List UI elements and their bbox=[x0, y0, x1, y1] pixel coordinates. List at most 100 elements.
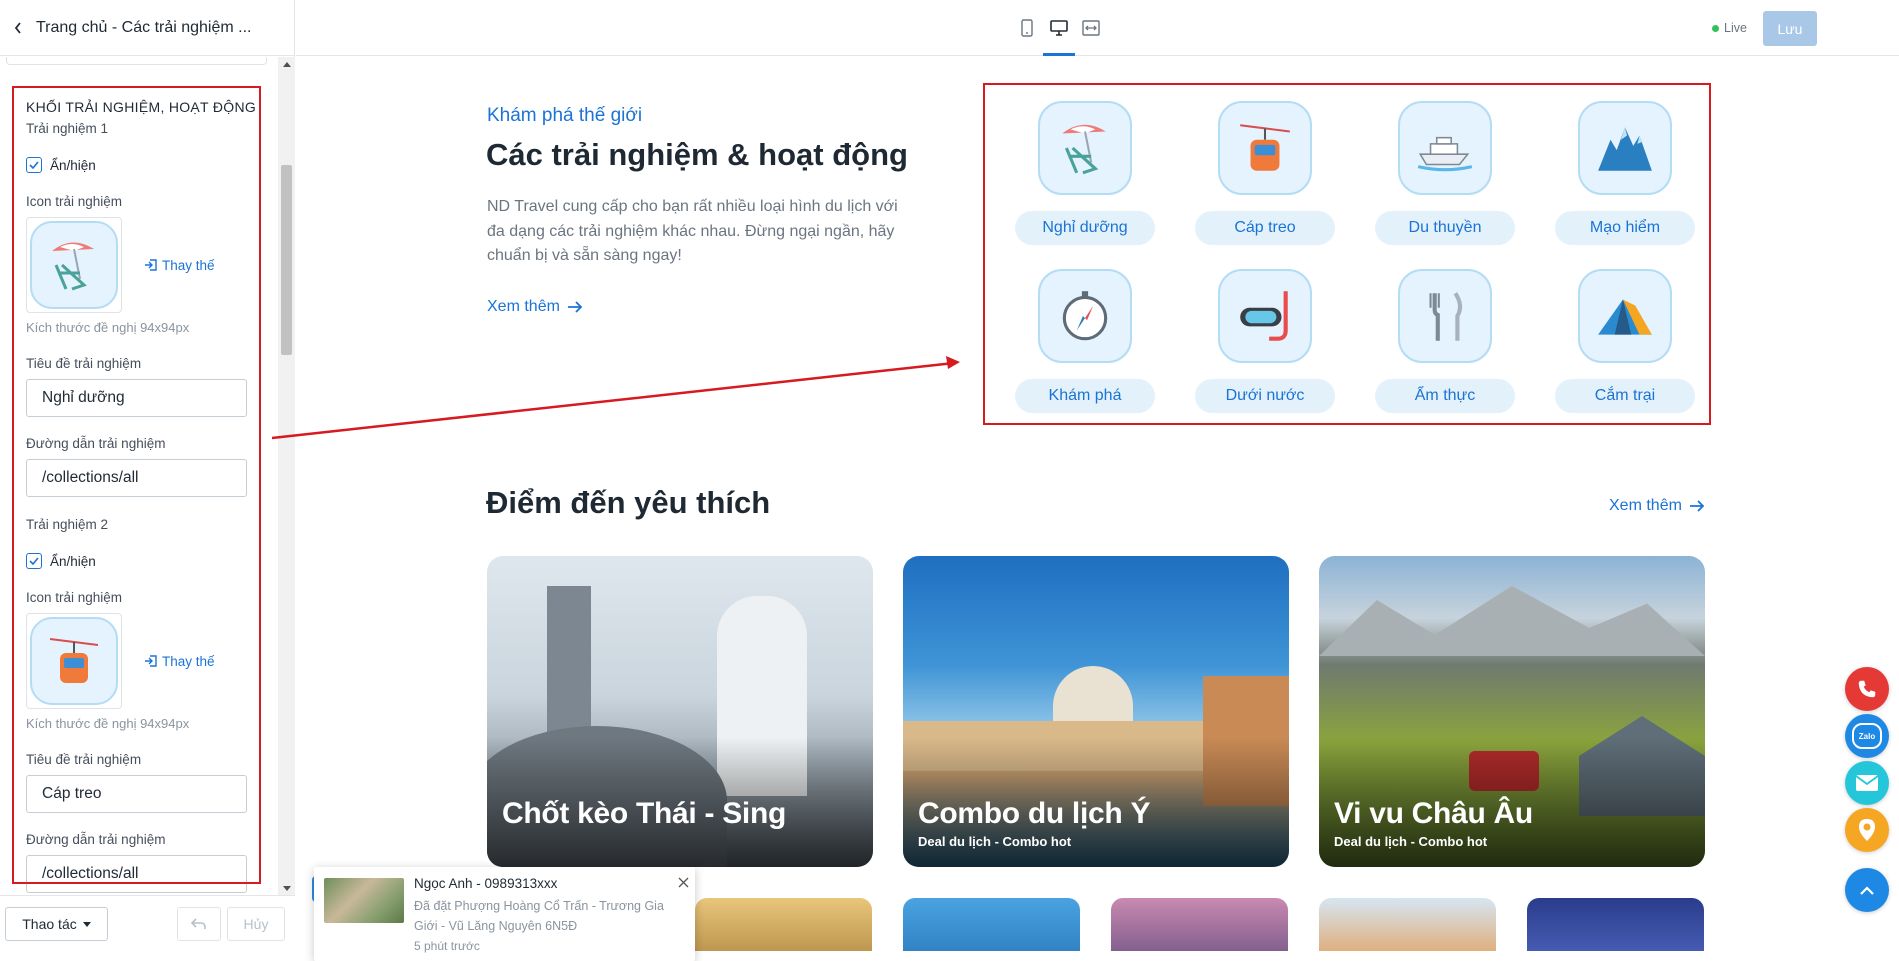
destination-card-partial[interactable] bbox=[1111, 898, 1288, 951]
item-1-visibility-toggle[interactable]: Ẩn/hiện bbox=[26, 155, 258, 175]
mountain-icon bbox=[1578, 101, 1672, 195]
experience-name: Ẩm thực bbox=[1375, 379, 1515, 413]
scroll-thumb[interactable] bbox=[281, 165, 292, 355]
item-1-link-input[interactable]: /collections/all bbox=[26, 459, 247, 497]
map-pin-icon[interactable] bbox=[1845, 808, 1889, 852]
item-2-visibility-toggle[interactable]: Ẩn/hiện bbox=[26, 551, 258, 571]
experiences-more-link[interactable]: Xem thêm bbox=[487, 298, 583, 316]
actions-dropdown[interactable]: Thao tác bbox=[5, 907, 108, 941]
experience-card[interactable]: Mạo hiểm bbox=[1555, 101, 1695, 251]
destination-name: Combo du lịch Ý bbox=[918, 797, 1151, 830]
settings-group: KHỐI TRẢI NGHIỆM, HOẠT ĐỘNG Trải nghiệm … bbox=[26, 97, 258, 893]
scroll-up-icon[interactable] bbox=[278, 57, 295, 71]
booking-notification[interactable]: Ngọc Anh - 0989313xxx Đã đặt Phượng Hoàn… bbox=[314, 867, 695, 961]
item-1-icon-row: Thay thế bbox=[26, 217, 258, 313]
device-view-toggle bbox=[1011, 14, 1107, 56]
mail-icon[interactable] bbox=[1845, 761, 1889, 805]
experience-name: Du thuyền bbox=[1375, 211, 1515, 245]
item-1-replace-button[interactable]: Thay thế bbox=[144, 258, 215, 273]
group-title: KHỐI TRẢI NGHIỆM, HOẠT ĐỘNG bbox=[26, 99, 257, 115]
save-button[interactable]: Lưu bbox=[1763, 11, 1817, 46]
yacht-icon bbox=[1398, 101, 1492, 195]
scroll-down-icon[interactable] bbox=[278, 881, 295, 895]
more-label: Xem thêm bbox=[1609, 497, 1682, 514]
experience-card[interactable]: Nghỉ dưỡng bbox=[1015, 101, 1155, 251]
replace-icon bbox=[145, 259, 157, 271]
experience-card[interactable]: Cắm trại bbox=[1555, 269, 1695, 419]
destinations-more-link[interactable]: Xem thêm bbox=[1609, 497, 1705, 515]
desktop-view-icon[interactable] bbox=[1043, 14, 1075, 56]
experience-card[interactable]: Cáp treo bbox=[1195, 101, 1335, 251]
alps-mountains-image bbox=[1319, 586, 1705, 656]
top-bar: Live Lưu bbox=[296, 0, 1899, 56]
link-field-label: Đường dẫn trải nghiệm bbox=[26, 832, 166, 847]
beach-chair-icon bbox=[30, 221, 118, 309]
notification-thumbnail bbox=[324, 878, 404, 923]
item-2-replace-button[interactable]: Thay thế bbox=[144, 654, 215, 669]
basilica-dome-image bbox=[1053, 666, 1133, 726]
experience-card[interactable]: Ẩm thực bbox=[1375, 269, 1515, 419]
experience-name: Nghỉ dưỡng bbox=[1015, 211, 1155, 245]
beach-chair-icon bbox=[1038, 101, 1132, 195]
item-2-link-input[interactable]: /collections/all bbox=[26, 855, 247, 893]
destination-card[interactable]: Vi vu Châu Âu Deal du lịch - Combo hot bbox=[1319, 556, 1705, 867]
mobile-view-icon[interactable] bbox=[1011, 14, 1043, 42]
size-hint: Kích thước đề nghị 94x94px bbox=[26, 716, 190, 731]
experience-name: Mạo hiểm bbox=[1555, 211, 1695, 245]
icon-field-label: Icon trải nghiệm bbox=[26, 194, 123, 209]
tent-icon bbox=[1578, 269, 1672, 363]
experience-card[interactable]: Khám phá bbox=[1015, 269, 1155, 419]
caret-down-icon bbox=[82, 921, 91, 927]
title-field-label: Tiêu đề trải nghiệm bbox=[26, 752, 142, 767]
undo-button[interactable] bbox=[177, 907, 221, 941]
destination-card-partial[interactable] bbox=[1319, 898, 1496, 951]
live-label: Live bbox=[1724, 21, 1747, 35]
undo-icon bbox=[191, 918, 206, 929]
cutlery-icon bbox=[1398, 269, 1492, 363]
item-1-icon-preview[interactable] bbox=[26, 217, 122, 313]
destination-card-partial[interactable] bbox=[903, 898, 1080, 951]
editor-sidebar: Trang chủ - Các trải nghiệm ... KHỐI TRẢ… bbox=[0, 0, 295, 951]
checkbox-checked-icon[interactable] bbox=[26, 157, 42, 173]
back-icon[interactable] bbox=[8, 18, 28, 38]
experience-card[interactable]: Dưới nước bbox=[1195, 269, 1335, 419]
visibility-label: Ẩn/hiện bbox=[50, 553, 96, 569]
close-icon[interactable] bbox=[676, 875, 690, 889]
item-1-label: Trải nghiệm 1 bbox=[26, 121, 109, 136]
item-2-icon-preview[interactable] bbox=[26, 613, 122, 709]
notification-message: Đã đặt Phượng Hoàng Cổ Trấn - Trương Gia… bbox=[414, 899, 664, 933]
icon-field-label: Icon trải nghiệm bbox=[26, 590, 123, 605]
cancel-button[interactable]: Hủy bbox=[227, 907, 285, 941]
destination-card[interactable]: Combo du lịch Ý Deal du lịch - Combo hot bbox=[903, 556, 1289, 867]
experiences-title: Các trải nghiệm & hoạt động bbox=[486, 137, 908, 172]
sidebar-footer: Thao tác Hủy bbox=[0, 895, 295, 951]
experiences-grid: Nghỉ dưỡng Cáp treo Du thuyền Mạo hiểm K… bbox=[1015, 101, 1735, 413]
sidebar-scrollbar[interactable] bbox=[278, 57, 295, 895]
experience-name: Dưới nước bbox=[1195, 379, 1335, 413]
experiences-eyebrow: Khám phá thế giới bbox=[487, 105, 643, 126]
item-1-title-input[interactable]: Nghỉ dưỡng bbox=[26, 379, 247, 417]
size-hint: Kích thước đề nghị 94x94px bbox=[26, 320, 190, 335]
snorkel-mask-icon bbox=[1218, 269, 1312, 363]
sidebar-header: Trang chủ - Các trải nghiệm ... bbox=[0, 0, 295, 56]
back-to-top-icon[interactable] bbox=[1845, 868, 1889, 912]
arrow-right-icon bbox=[1689, 500, 1705, 512]
experiences-description: ND Travel cung cấp cho bạn rất nhiều loạ… bbox=[487, 198, 898, 264]
destination-card[interactable]: Chốt kèo Thái - Sing bbox=[487, 556, 873, 867]
actions-label: Thao tác bbox=[22, 916, 77, 932]
cable-car-icon bbox=[30, 617, 118, 705]
live-dot-icon bbox=[1712, 24, 1719, 32]
phone-icon[interactable] bbox=[1845, 667, 1889, 711]
item-2-title-input[interactable]: Cáp treo bbox=[26, 775, 247, 813]
destination-card-partial[interactable] bbox=[1527, 898, 1704, 951]
experience-name: Cáp treo bbox=[1195, 211, 1335, 245]
experience-card[interactable]: Du thuyền bbox=[1375, 101, 1515, 251]
fullwidth-view-icon[interactable] bbox=[1075, 14, 1107, 42]
destinations-title: Điểm đến yêu thích bbox=[486, 485, 771, 520]
zalo-icon[interactable]: Zalo bbox=[1845, 714, 1889, 758]
destination-name: Vi vu Châu Âu bbox=[1334, 797, 1533, 830]
visibility-label: Ẩn/hiện bbox=[50, 157, 96, 173]
title-field-label: Tiêu đề trải nghiệm bbox=[26, 356, 142, 371]
destination-card-partial[interactable] bbox=[695, 898, 872, 951]
checkbox-checked-icon[interactable] bbox=[26, 553, 42, 569]
